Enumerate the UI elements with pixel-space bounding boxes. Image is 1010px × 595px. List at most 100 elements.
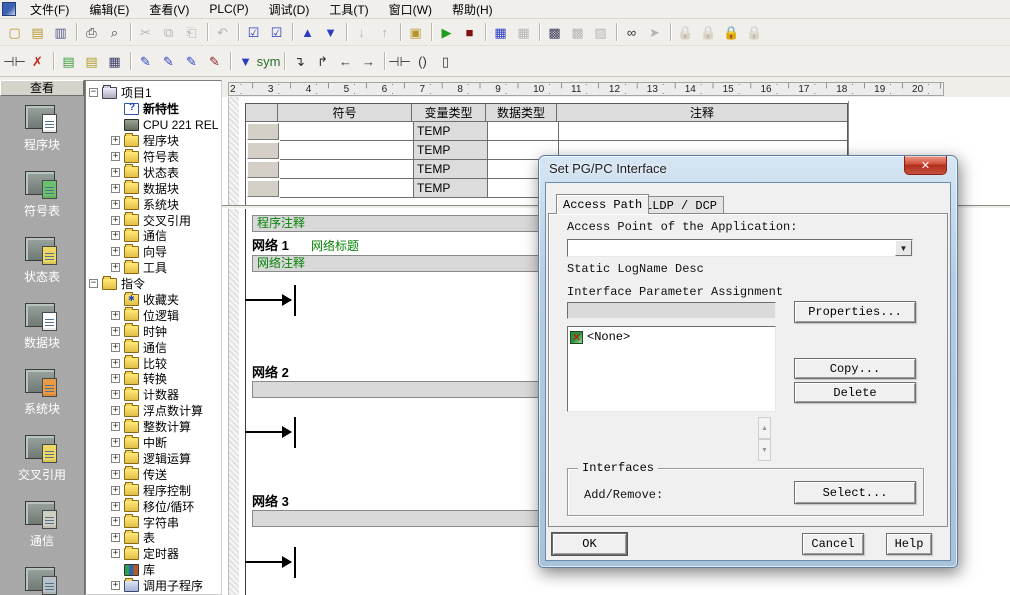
symbolic-addressing-button[interactable]: sym xyxy=(257,50,280,72)
expand-toggle-icon[interactable]: + xyxy=(111,486,120,495)
expand-toggle-icon[interactable]: + xyxy=(111,168,120,177)
expand-toggle-icon[interactable]: + xyxy=(111,454,120,463)
expand-toggle-icon[interactable]: + xyxy=(111,327,120,336)
expand-toggle-icon[interactable]: + xyxy=(111,533,120,542)
delete-button[interactable]: Delete xyxy=(794,382,916,403)
var-type-cell[interactable]: TEMP xyxy=(414,160,488,179)
edit-tool-1-button[interactable]: ✎ xyxy=(134,50,157,72)
save-all-button[interactable]: ▥ xyxy=(49,21,72,43)
tree-item[interactable]: + 转换 xyxy=(86,371,221,387)
expand-toggle-icon[interactable]: + xyxy=(111,390,120,399)
var-type-cell[interactable]: TEMP xyxy=(414,141,488,160)
tree-item[interactable]: + 工具 xyxy=(86,260,221,276)
sidebar-item-program-block[interactable]: 程序块 xyxy=(0,96,84,162)
ruler[interactable]: 234567891011121314151617181920 xyxy=(228,82,944,96)
open-button[interactable]: ▤ xyxy=(26,21,49,43)
edit-tool-3-button[interactable]: ✎ xyxy=(180,50,203,72)
tree-item[interactable]: + 状态表 xyxy=(86,164,221,180)
pause-chart-status-button[interactable]: ▩ xyxy=(566,21,589,43)
tree-item[interactable]: + 整数计算 xyxy=(86,419,221,435)
interface-list[interactable]: <None> xyxy=(567,326,776,412)
expand-toggle-icon[interactable]: + xyxy=(111,438,120,447)
properties-button[interactable]: Properties... xyxy=(794,301,916,323)
line-down-button[interactable]: ↴ xyxy=(288,50,311,72)
restrict-lock-button[interactable]: 🔒 xyxy=(743,21,766,43)
tree-item[interactable]: + 表 xyxy=(86,530,221,546)
menu-debug[interactable]: 调试(D) xyxy=(259,0,320,20)
tree-item[interactable]: + 传送 xyxy=(86,466,221,482)
stop-button[interactable]: ■ xyxy=(458,21,481,43)
tree-item[interactable]: 收藏夹 xyxy=(86,292,221,308)
scroll-up-icon[interactable]: ▲ xyxy=(758,417,771,439)
tree-item[interactable]: + 调用子程序 xyxy=(86,578,221,594)
expand-toggle-icon[interactable]: + xyxy=(111,263,120,272)
unlock-button[interactable]: 🔒 xyxy=(697,21,720,43)
tree-item[interactable]: + 逻辑运算 xyxy=(86,450,221,466)
tree-item[interactable]: + 计数器 xyxy=(86,387,221,403)
row-header[interactable] xyxy=(247,123,279,140)
expand-toggle-icon[interactable]: + xyxy=(111,343,120,352)
insert-coil-button[interactable]: () xyxy=(411,50,434,72)
expand-toggle-icon[interactable]: − xyxy=(89,88,98,97)
trend-view-button[interactable]: ▨ xyxy=(589,21,612,43)
sort-descending-button[interactable]: ↓ xyxy=(350,21,373,43)
compile-button[interactable]: ☑ xyxy=(242,21,265,43)
tree-item[interactable]: + 中断 xyxy=(86,435,221,451)
delete-network-button[interactable]: ✗ xyxy=(26,50,49,72)
help-button[interactable]: Help xyxy=(886,533,932,555)
menu-edit[interactable]: 编辑(E) xyxy=(79,0,139,20)
print-button[interactable]: ⎙ xyxy=(80,21,103,43)
tree-item[interactable]: + 向导 xyxy=(86,244,221,260)
network-1-title[interactable]: 网络标题 xyxy=(311,237,359,254)
insert-box-button[interactable]: ▯ xyxy=(434,50,457,72)
upload-button[interactable]: ▲ xyxy=(296,21,319,43)
program-status-button[interactable]: ▦ xyxy=(489,21,512,43)
close-button[interactable]: ✕ xyxy=(904,156,947,175)
data-type-cell[interactable] xyxy=(488,122,559,141)
symbol-info-table-button[interactable]: ▤ xyxy=(57,50,80,72)
tree-item[interactable]: − 指令 xyxy=(86,276,221,292)
symbol-filter-button[interactable]: ▼ xyxy=(234,50,257,72)
monitor-glasses-button[interactable]: ∞ xyxy=(620,21,643,43)
menu-help[interactable]: 帮助(H) xyxy=(442,0,503,20)
tree-item[interactable]: + 程序块 xyxy=(86,133,221,149)
expand-toggle-icon[interactable]: + xyxy=(111,502,120,511)
copy-button[interactable]: ⧉ xyxy=(157,21,180,43)
tree-item[interactable]: + 通信 xyxy=(86,228,221,244)
tree-item[interactable]: 库 xyxy=(86,562,221,578)
line-left-button[interactable]: ← xyxy=(334,50,357,72)
cancel-button[interactable]: Cancel xyxy=(802,533,864,555)
run-button[interactable]: ▶ xyxy=(435,21,458,43)
row-header[interactable] xyxy=(247,180,279,197)
tab-lldp-dcp[interactable]: LLDP / DCP xyxy=(638,196,724,214)
line-right-button[interactable]: → xyxy=(357,50,380,72)
tree-item[interactable]: + 交叉引用 xyxy=(86,212,221,228)
expand-toggle-icon[interactable]: + xyxy=(111,200,120,209)
symbol-cell[interactable] xyxy=(280,160,414,179)
force-pointer-button[interactable]: ➤ xyxy=(643,21,666,43)
comment-cell[interactable] xyxy=(559,122,847,141)
tree-item[interactable]: + 系统块 xyxy=(86,196,221,212)
sidebar-item-set-pg-pc-interface[interactable]: 设置 PG/PC 接口 xyxy=(0,558,84,595)
expand-toggle-icon[interactable]: − xyxy=(89,279,98,288)
list-item-none[interactable]: <None> xyxy=(570,329,773,345)
tree-item[interactable]: + 定时器 xyxy=(86,546,221,562)
tree-item[interactable]: + 字符串 xyxy=(86,514,221,530)
options-button[interactable]: ▣ xyxy=(404,21,427,43)
tree-item[interactable]: + 程序控制 xyxy=(86,482,221,498)
expand-toggle-icon[interactable]: + xyxy=(111,231,120,240)
expand-toggle-icon[interactable]: + xyxy=(111,581,120,590)
var-type-cell[interactable]: TEMP xyxy=(414,122,488,141)
interface-field[interactable] xyxy=(567,302,776,319)
expand-toggle-icon[interactable]: + xyxy=(111,517,120,526)
print-preview-button[interactable]: ⌕ xyxy=(103,21,126,43)
copy-button[interactable]: Copy... xyxy=(794,358,916,379)
menu-file[interactable]: 文件(F) xyxy=(20,0,79,20)
sidebar-item-data-block[interactable]: 数据块 xyxy=(0,294,84,360)
scroll-down-icon[interactable]: ▼ xyxy=(758,439,771,461)
symbol-table-button[interactable]: ▤ xyxy=(80,50,103,72)
menu-view[interactable]: 查看(V) xyxy=(139,0,199,20)
tree-item[interactable]: + 移位/循环 xyxy=(86,498,221,514)
tree-item[interactable]: + 时钟 xyxy=(86,323,221,339)
symbol-cell[interactable] xyxy=(280,122,414,141)
